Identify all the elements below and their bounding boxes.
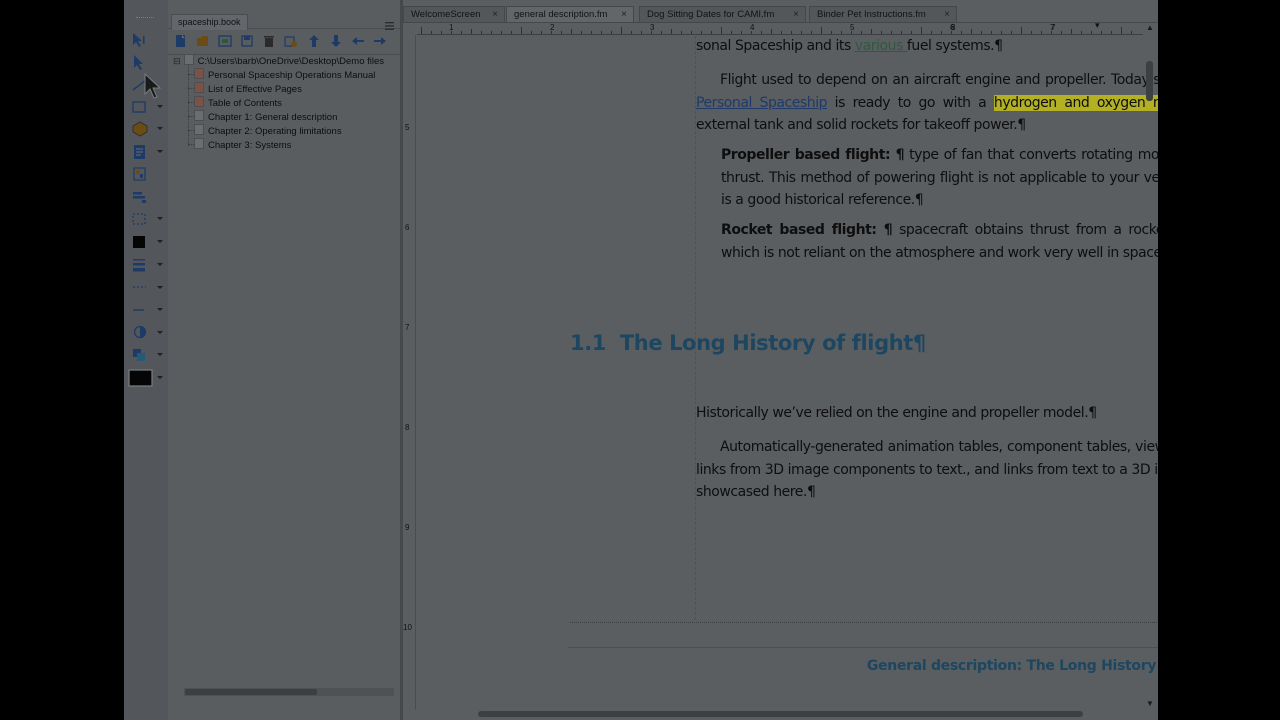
move-down-icon[interactable] — [329, 34, 343, 48]
book-tab[interactable]: spaceship.book — [171, 14, 248, 30]
hyperlink-personal-spaceship[interactable]: Personal Spaceship — [696, 95, 828, 111]
graphic-frame-tool-icon[interactable] — [130, 165, 150, 183]
chevron-down-icon[interactable] — [156, 285, 164, 291]
bullet-propeller[interactable]: Propeller based flight: ¶ type of fan th… — [721, 144, 1158, 212]
tree-item-chapter-2[interactable]: Chapter 2: Operating limitations — [194, 124, 342, 138]
save-icon[interactable] — [240, 34, 254, 48]
fill-color-icon[interactable] — [130, 233, 150, 251]
paragraph-automatically-generated[interactable]: Automatically-generated animation tables… — [696, 436, 1158, 504]
tree-item-chapter-1[interactable]: Chapter 1: General description — [194, 110, 337, 124]
chevron-down-icon[interactable] — [156, 262, 164, 268]
horizontal-scrollbar[interactable] — [473, 710, 1083, 718]
hyperlink-various[interactable]: various — [855, 38, 907, 54]
polygon-tool-icon[interactable] — [130, 120, 150, 138]
file-icon — [194, 110, 204, 121]
framemaker-window: spaceship.book ⊟ C:\Users\barb\OneDrive\… — [124, 0, 1158, 720]
line-end-icon[interactable] — [130, 301, 150, 319]
book-tab-strip: spaceship.book — [168, 0, 400, 30]
file-icon — [194, 124, 204, 135]
line-dash-icon[interactable] — [130, 278, 150, 296]
panel-menu-icon[interactable] — [385, 17, 394, 30]
document-page[interactable]: sonal Spaceship and its various fuel sys… — [403, 0, 1158, 720]
mouse-cursor-icon — [144, 73, 162, 99]
file-icon — [194, 138, 204, 149]
delete-icon[interactable] — [262, 34, 276, 48]
vertical-scrollbar[interactable]: ▲ ▼ — [1143, 23, 1156, 708]
chevron-down-icon[interactable] — [156, 216, 164, 222]
tree-item-operations-manual[interactable]: Personal Spaceship Operations Manual — [194, 68, 375, 82]
section-heading[interactable]: 1.1 The Long History of flight¶ — [570, 331, 926, 355]
scroll-thumb[interactable] — [185, 689, 317, 695]
heading-title: The Long History of flight¶ — [619, 331, 926, 355]
tree-item-label: Table of Contents — [208, 98, 282, 109]
tree-item-label: List of Effective Pages — [208, 84, 302, 95]
bullet-rocket[interactable]: Rocket based flight: ¶ spacecraft obtain… — [721, 219, 1158, 264]
tree-root[interactable]: ⊟ C:\Users\barb\OneDrive\Desktop\Demo fi… — [173, 54, 384, 68]
chevron-down-icon[interactable] — [156, 307, 164, 313]
chevron-down-icon[interactable] — [156, 239, 164, 245]
chevron-down-icon[interactable] — [156, 375, 164, 381]
object-select-tool-icon[interactable] — [130, 53, 150, 71]
text-frame-tool-icon[interactable] — [130, 143, 150, 161]
tree-item-label: Chapter 1: General description — [208, 112, 338, 123]
footer-rule — [568, 647, 1158, 648]
paragraph-format-tool-icon[interactable] — [130, 188, 150, 206]
tree-item-table-of-contents[interactable]: Table of Contents — [194, 96, 282, 110]
tree-root-label: C:\Users\barb\OneDrive\Desktop\Demo file… — [197, 56, 385, 67]
scroll-thumb[interactable] — [1146, 61, 1153, 101]
highlighted-text[interactable]: hydrogen and oxygen mix — [993, 94, 1158, 111]
tree-item-effective-pages[interactable]: List of Effective Pages — [194, 82, 302, 96]
palette-grip[interactable] — [136, 17, 154, 20]
update-book-icon[interactable] — [284, 34, 298, 48]
scroll-thumb[interactable] — [478, 711, 1083, 717]
tree-item-label: Chapter 2: Operating limitations — [208, 126, 342, 137]
file-icon — [194, 68, 204, 79]
book-horizontal-scrollbar[interactable] — [184, 688, 394, 696]
book-panel: spaceship.book ⊟ C:\Users\barb\OneDrive\… — [168, 0, 403, 720]
paragraph-historically[interactable]: Historically we’ve relied on the engine … — [696, 402, 1158, 425]
move-up-icon[interactable] — [307, 34, 321, 48]
marquee-select-tool-icon[interactable] — [130, 210, 150, 228]
overprint-icon[interactable] — [130, 346, 150, 364]
tint-icon[interactable] — [130, 323, 150, 341]
paragraph-flight-history[interactable]: Flight used to depend on an aircraft eng… — [696, 69, 1158, 137]
add-folder-icon[interactable] — [196, 34, 210, 48]
page-boundary — [570, 622, 1158, 623]
move-right-icon[interactable] — [373, 34, 387, 48]
chevron-down-icon[interactable] — [156, 149, 164, 155]
book-toolbar — [168, 29, 400, 55]
paragraph-line[interactable]: sonal Spaceship and its various fuel sys… — [696, 35, 1158, 58]
move-left-icon[interactable] — [351, 34, 365, 48]
book-icon — [183, 54, 194, 65]
tree-item-label: Personal Spaceship Operations Manual — [208, 70, 376, 81]
add-group-icon[interactable] — [218, 34, 232, 48]
chevron-down-icon[interactable] — [156, 352, 164, 358]
tool-palette — [124, 0, 169, 720]
scroll-down-icon[interactable]: ▼ — [1146, 699, 1154, 708]
chevron-down-icon[interactable] — [156, 330, 164, 336]
heading-number: 1.1 — [570, 331, 607, 355]
chevron-down-icon[interactable] — [156, 126, 164, 132]
pen-color-icon[interactable] — [128, 369, 154, 387]
document-area: WelcomeScreen × general description.fm × D… — [403, 0, 1158, 720]
file-icon — [194, 82, 204, 93]
tree-item-label: Chapter 3: Systems — [208, 140, 292, 151]
add-file-icon[interactable] — [174, 34, 188, 48]
chevron-down-icon[interactable] — [156, 104, 164, 110]
tree-item-chapter-3[interactable]: Chapter 3: Systems — [194, 138, 291, 152]
file-icon — [194, 96, 204, 107]
running-footer: General description: The Long History of… — [866, 658, 1158, 674]
line-width-icon[interactable] — [130, 256, 150, 274]
smart-select-tool-icon[interactable] — [130, 31, 150, 49]
collapse-icon[interactable]: ⊟ — [173, 54, 181, 68]
scroll-up-icon[interactable]: ▲ — [1146, 23, 1154, 32]
